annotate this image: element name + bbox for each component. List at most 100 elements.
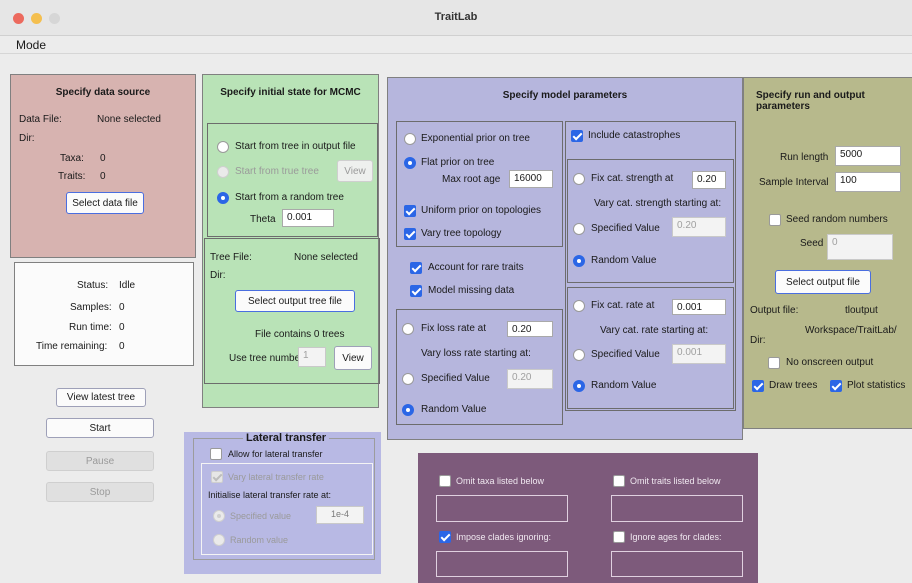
fix-cat-strength-radio[interactable] (573, 173, 585, 185)
taxa-label: Taxa: (60, 153, 84, 164)
data-file-value: None selected (97, 114, 161, 125)
fix-loss-rate-field[interactable]: 0.20 (507, 321, 553, 337)
specified-lateral-field[interactable]: 1e-4 (316, 506, 364, 524)
fix-loss-rate-radio[interactable] (402, 323, 414, 335)
random-rate-radio[interactable] (573, 380, 585, 392)
vary-topology-checkbox[interactable] (404, 228, 416, 240)
draw-trees-checkbox[interactable] (752, 380, 764, 392)
start-from-true-label: Start from true tree (235, 166, 319, 177)
flat-prior-radio[interactable] (404, 157, 416, 169)
random-lateral-radio[interactable] (213, 534, 225, 546)
seed-field[interactable]: 0 (827, 234, 893, 260)
exponential-prior-label: Exponential prior on tree (421, 133, 530, 144)
traits-value: 0 (100, 171, 106, 182)
menu-mode[interactable]: Mode (16, 38, 46, 52)
fix-loss-rate-label: Fix loss rate at (421, 323, 487, 334)
lateral-transfer-title: Lateral transfer (243, 432, 330, 444)
tree-number-field[interactable]: 1 (298, 347, 326, 367)
uniform-prior-label: Uniform prior on topologies (421, 205, 542, 216)
specified-rate-label: Specified Value (591, 349, 660, 360)
omit-traits-checkbox[interactable] (613, 475, 625, 487)
allow-lateral-checkbox[interactable] (210, 448, 222, 460)
time-remaining-label: Time remaining: (36, 341, 108, 352)
start-button[interactable]: Start (46, 418, 154, 438)
start-from-random-radio[interactable] (217, 192, 229, 204)
lateral-transfer-panel: Lateral transfer Allow for lateral trans… (184, 432, 381, 574)
run-length-label: Run length (780, 152, 829, 163)
fix-cat-rate-field[interactable]: 0.001 (672, 299, 726, 315)
impose-clades-field[interactable] (436, 551, 568, 577)
fix-cat-rate-radio[interactable] (573, 300, 585, 312)
initialise-lateral-label: Initialise lateral transfer rate at: (208, 490, 332, 500)
select-output-file-button[interactable]: Select output file (775, 270, 871, 294)
output-file-label: Output file: (750, 305, 799, 316)
fix-cat-strength-label: Fix cat. strength at (591, 173, 674, 184)
theta-field[interactable]: 0.001 (282, 209, 334, 227)
sample-interval-label: Sample Interval (759, 177, 829, 188)
plot-statistics-label: Plot statistics (847, 380, 906, 391)
ignore-ages-field[interactable] (611, 551, 743, 577)
data-source-title: Specify data source (55, 87, 151, 98)
max-root-age-field[interactable]: 16000 (509, 170, 553, 188)
exponential-prior-radio[interactable] (404, 133, 416, 145)
cat-strength-group: Fix cat. strength at 0.20 Vary cat. stre… (567, 159, 734, 283)
run-length-field[interactable]: 5000 (835, 146, 901, 166)
seed-random-label: Seed random numbers (786, 214, 888, 225)
output-dir-label: Dir: (750, 335, 766, 346)
view-tree-button[interactable]: View (334, 346, 372, 370)
specified-strength-radio[interactable] (573, 223, 585, 235)
omit-traits-field[interactable] (611, 495, 743, 522)
status-label: Status: (77, 280, 109, 291)
data-dir-label: Dir: (19, 133, 35, 144)
random-rate-label: Random Value (591, 380, 657, 391)
stop-button[interactable]: Stop (46, 482, 154, 502)
vary-loss-rate-label: Vary loss rate starting at: (421, 348, 531, 359)
random-strength-radio[interactable] (573, 255, 585, 267)
samples-value: 0 (119, 302, 125, 313)
specified-strength-field[interactable]: 0.20 (672, 217, 726, 237)
initial-state-title: Specify initial state for MCMC (220, 87, 361, 98)
impose-clades-checkbox[interactable] (439, 531, 451, 543)
start-from-output-radio[interactable] (217, 141, 229, 153)
rare-traits-checkbox[interactable] (410, 262, 422, 274)
cat-rate-group: Fix cat. rate at 0.001 Vary cat. rate st… (567, 287, 734, 409)
view-latest-tree-button[interactable]: View latest tree (56, 388, 146, 407)
specified-rate-radio[interactable] (573, 349, 585, 361)
ignore-ages-checkbox[interactable] (613, 531, 625, 543)
fix-cat-strength-field[interactable]: 0.20 (692, 171, 726, 189)
select-data-file-button[interactable]: Select data file (66, 192, 144, 214)
start-from-true-radio[interactable] (217, 166, 229, 178)
sample-interval-field[interactable]: 100 (835, 172, 901, 192)
include-catastrophes-checkbox[interactable] (571, 130, 583, 142)
vary-lateral-label: Vary lateral transfer rate (228, 472, 324, 482)
omit-taxa-checkbox[interactable] (439, 475, 451, 487)
tree-file-group: Tree File: None selected Dir: Select out… (204, 238, 380, 384)
traits-label: Traits: (58, 171, 86, 182)
uniform-prior-checkbox[interactable] (404, 205, 416, 217)
vary-lateral-checkbox[interactable] (211, 471, 223, 483)
vary-topology-label: Vary tree topology (421, 228, 502, 239)
specified-lateral-radio[interactable] (213, 510, 225, 522)
random-loss-radio[interactable] (402, 404, 414, 416)
specified-rate-field[interactable]: 0.001 (672, 344, 726, 364)
omit-taxa-field[interactable] (436, 495, 568, 522)
no-onscreen-checkbox[interactable] (768, 357, 780, 369)
omit-taxa-label: Omit taxa listed below (456, 476, 545, 486)
lateral-rate-group: Vary lateral transfer rate Initialise la… (201, 463, 373, 555)
data-file-label: Data File: (19, 114, 62, 125)
select-output-tree-button[interactable]: Select output tree file (235, 290, 355, 312)
omit-traits-label: Omit traits listed below (630, 476, 721, 486)
status-value: Idle (119, 280, 136, 291)
view-true-tree-button[interactable]: View (337, 160, 373, 182)
output-file-value: tloutput (845, 305, 878, 316)
pause-button[interactable]: Pause (46, 451, 154, 471)
plot-statistics-checkbox[interactable] (830, 380, 842, 392)
missing-data-checkbox[interactable] (410, 285, 422, 297)
time-remaining-value: 0 (119, 341, 125, 352)
start-from-random-label: Start from a random tree (235, 192, 344, 203)
specified-loss-label: Specified Value (421, 373, 490, 384)
specified-loss-radio[interactable] (402, 373, 414, 385)
seed-random-checkbox[interactable] (769, 214, 781, 226)
specified-loss-field[interactable]: 0.20 (507, 369, 553, 389)
run-output-title: Specify run and output parameters (756, 90, 865, 112)
